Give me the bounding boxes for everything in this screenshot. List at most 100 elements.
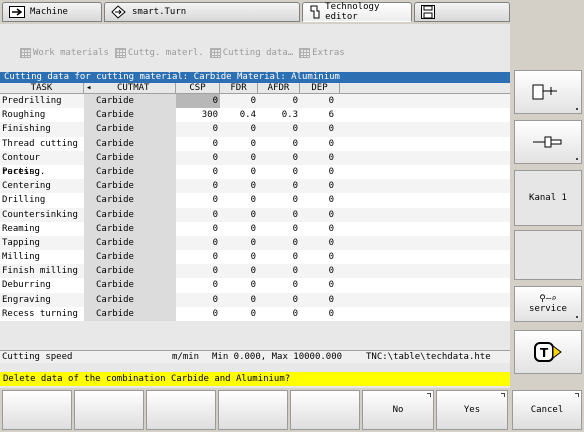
cell-csp[interactable]: 0 <box>176 236 220 250</box>
cell-dep[interactable]: 0 <box>300 137 340 151</box>
cell-fdr[interactable]: 0.4 <box>220 108 258 122</box>
cell-task[interactable]: Countersinking <box>0 208 84 222</box>
cell-afdr[interactable]: 0 <box>258 278 300 292</box>
menu-extras[interactable]: Extras <box>299 48 345 58</box>
cell-afdr[interactable]: 0 <box>258 165 300 179</box>
softkey-bottom-2[interactable] <box>74 390 144 430</box>
no-button[interactable]: No <box>362 390 434 430</box>
tab-machine[interactable]: Machine <box>2 2 102 22</box>
table-row[interactable]: Countersinking Carbide 0 0 0 0 <box>0 207 510 222</box>
cell-afdr[interactable]: 0 <box>258 236 300 250</box>
cell-dep[interactable]: 0 <box>300 193 340 207</box>
cell-task[interactable]: Engraving <box>0 293 84 307</box>
cell-afdr[interactable]: 0 <box>258 264 300 278</box>
cell-task[interactable]: Parting <box>0 165 84 179</box>
table-row[interactable]: Roughing Carbide 300 0.4 0.3 6 <box>0 108 510 123</box>
softkey-bottom-4[interactable] <box>218 390 288 430</box>
cell-afdr[interactable]: 0 <box>258 222 300 236</box>
table-row[interactable]: Parting Carbide 0 0 0 0 <box>0 164 510 180</box>
tab-technology-editor[interactable]: Technology editor <box>302 2 412 22</box>
cell-dep[interactable]: 0 <box>300 151 340 165</box>
cell-cutmat[interactable]: Carbide <box>84 179 176 194</box>
column-header-cutmat[interactable]: ◂ CUTMAT <box>84 83 176 93</box>
column-header-csp[interactable]: CSP <box>176 83 220 93</box>
cell-fdr[interactable]: 0 <box>220 179 258 193</box>
cancel-button[interactable]: Cancel <box>512 390 582 430</box>
cell-dep[interactable]: 0 <box>300 250 340 264</box>
menu-cutting-material[interactable]: Cuttg. materl. <box>114 48 204 58</box>
cell-cutmat[interactable]: Carbide <box>84 278 176 293</box>
cell-csp[interactable]: 0 <box>176 222 220 236</box>
softkey-kanal-1[interactable]: Kanal 1 <box>514 170 582 226</box>
softkey-tool-holder[interactable] <box>514 70 582 114</box>
cell-dep[interactable]: 0 <box>300 165 340 179</box>
cell-afdr[interactable]: 0 <box>258 137 300 151</box>
cell-afdr[interactable]: 0 <box>258 293 300 307</box>
table-row[interactable]: Centering Carbide 0 0 0 0 <box>0 179 510 194</box>
cell-dep[interactable]: 0 <box>300 236 340 250</box>
table-row[interactable]: Tapping Carbide 0 0 0 0 <box>0 235 510 251</box>
cell-csp[interactable]: 0 <box>176 94 220 109</box>
cell-fdr[interactable]: 0 <box>220 165 258 179</box>
tab-smart-turn[interactable]: smart.Turn <box>104 2 300 22</box>
table-row[interactable]: Milling Carbide 0 0 0 0 <box>0 250 510 265</box>
cell-task[interactable]: Predrilling <box>0 94 84 108</box>
cell-dep[interactable]: 0 <box>300 264 340 278</box>
table-row[interactable]: Engraving Carbide 0 0 0 0 <box>0 292 510 307</box>
cell-csp[interactable]: 0 <box>176 179 220 193</box>
cell-fdr[interactable]: 0 <box>220 278 258 292</box>
table-row[interactable]: Finish milling Carbide 0 0 0 0 <box>0 264 510 279</box>
table-row[interactable]: Contour recessg. Carbide 0 0 0 0 <box>0 150 510 177</box>
cell-dep[interactable]: 0 <box>300 293 340 307</box>
cell-fdr[interactable]: 0 <box>220 122 258 136</box>
cell-csp[interactable]: 0 <box>176 208 220 222</box>
cell-cutmat[interactable]: Carbide <box>84 122 176 137</box>
cell-cutmat[interactable]: Carbide <box>84 264 176 279</box>
cell-fdr[interactable]: 0 <box>220 236 258 250</box>
cell-dep[interactable]: 0 <box>300 222 340 236</box>
softkey-tnc[interactable]: T <box>514 330 582 374</box>
cell-afdr[interactable]: 0 <box>258 208 300 222</box>
cell-csp[interactable]: 0 <box>176 137 220 151</box>
cell-task[interactable]: Milling <box>0 250 84 264</box>
cell-dep[interactable]: 0 <box>300 179 340 193</box>
cell-fdr[interactable]: 0 <box>220 208 258 222</box>
cell-task[interactable]: Contour recessg. <box>0 151 84 177</box>
menu-cutting-data[interactable]: Cutting data… <box>209 48 293 58</box>
cell-cutmat[interactable]: Carbide <box>84 164 176 180</box>
cell-fdr[interactable]: 0 <box>220 137 258 151</box>
cell-csp[interactable]: 300 <box>176 108 220 122</box>
softkey-bottom-1[interactable] <box>2 390 72 430</box>
menu-work-materials[interactable]: Work materials <box>20 48 109 58</box>
cell-dep[interactable]: 0 <box>300 94 340 108</box>
cell-task[interactable]: Drilling <box>0 193 84 207</box>
table-row[interactable]: Recess turning Carbide 0 0 0 0 <box>0 306 510 321</box>
cell-task[interactable]: Finish milling <box>0 264 84 278</box>
cell-task[interactable]: Finishing <box>0 122 84 136</box>
cell-cutmat[interactable]: Carbide <box>84 221 176 236</box>
cell-afdr[interactable]: 0 <box>258 193 300 207</box>
cell-cutmat[interactable]: Carbide <box>84 108 176 123</box>
cell-dep[interactable]: 0 <box>300 307 340 321</box>
table-row[interactable]: Deburring Carbide 0 0 0 0 <box>0 278 510 293</box>
cell-task[interactable]: Roughing <box>0 108 84 122</box>
cell-fdr[interactable]: 0 <box>220 193 258 207</box>
softkey-service[interactable]: ⚲—⌕ service <box>514 286 582 322</box>
cell-cutmat[interactable]: Carbide <box>84 250 176 265</box>
cell-task[interactable]: Tapping <box>0 236 84 250</box>
cell-csp[interactable]: 0 <box>176 165 220 179</box>
table-row[interactable]: Predrilling Carbide 0 0 0 0 <box>0 94 510 109</box>
cell-fdr[interactable]: 0 <box>220 264 258 278</box>
tab-save[interactable] <box>414 2 510 22</box>
cell-csp[interactable]: 0 <box>176 250 220 264</box>
softkey-bottom-5[interactable] <box>290 390 360 430</box>
cell-cutmat[interactable]: Carbide <box>84 150 176 165</box>
cell-cutmat[interactable]: Carbide <box>84 235 176 251</box>
cell-task[interactable]: Reaming <box>0 222 84 236</box>
cell-afdr[interactable]: 0.3 <box>258 108 300 122</box>
cell-csp[interactable]: 0 <box>176 307 220 321</box>
softkey-empty[interactable] <box>514 230 582 280</box>
softkey-spindle[interactable] <box>514 120 582 164</box>
cell-task[interactable]: Thread cutting <box>0 137 84 151</box>
column-header-dep[interactable]: DEP <box>300 83 340 93</box>
